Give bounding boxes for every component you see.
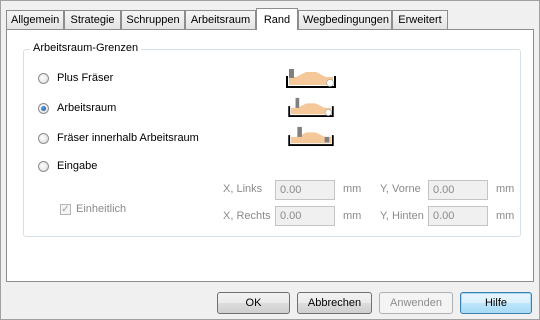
uniform-checkbox-row[interactable]: ✓ Einheitlich bbox=[60, 203, 126, 215]
boundary-cutter-inside-icon bbox=[288, 126, 334, 146]
y-back-field[interactable]: 0.00 bbox=[428, 206, 488, 226]
x-left-label: X, Links bbox=[223, 183, 263, 195]
y-back-label: Y, Hinten bbox=[380, 210, 424, 222]
tab-strategie[interactable]: Strategie bbox=[64, 10, 121, 29]
x-left-unit: mm bbox=[343, 183, 362, 195]
tab-erweitert[interactable]: Erweitert bbox=[392, 10, 448, 29]
y-front-unit: mm bbox=[496, 183, 515, 195]
y-back-unit: mm bbox=[496, 210, 515, 222]
tab-strip: Allgemein Strategie Schruppen Arbeitsrau… bbox=[6, 8, 536, 30]
tab-wegbedingungen[interactable]: Wegbedingungen bbox=[298, 10, 392, 29]
tab-arbeitsraum[interactable]: Arbeitsraum bbox=[185, 10, 256, 29]
tab-allgemein[interactable]: Allgemein bbox=[6, 10, 64, 29]
tab-schruppen[interactable]: Schruppen bbox=[121, 10, 185, 29]
x-right-field[interactable]: 0.00 bbox=[275, 206, 335, 226]
ok-button[interactable]: OK bbox=[217, 292, 290, 314]
y-front-label: Y, Vorne bbox=[380, 183, 421, 195]
tab-rand[interactable]: Rand bbox=[256, 8, 298, 30]
uniform-label: Einheitlich bbox=[76, 203, 127, 215]
radio-button[interactable] bbox=[38, 132, 49, 144]
radio-label: Eingabe bbox=[57, 160, 98, 172]
uniform-checkbox[interactable]: ✓ bbox=[60, 203, 71, 215]
radio-cutter-inside[interactable]: Fräser innerhalb Arbeitsraum bbox=[38, 130, 199, 146]
radio-label: Fräser innerhalb Arbeitsraum bbox=[57, 132, 199, 144]
boundary-workspace-icon bbox=[288, 97, 334, 117]
radio-custom-input[interactable]: Eingabe bbox=[38, 158, 97, 174]
radio-button-selected[interactable] bbox=[38, 102, 49, 114]
radio-label: Plus Fräser bbox=[57, 72, 114, 84]
x-right-label: X, Rechts bbox=[223, 210, 271, 222]
y-front-field[interactable]: 0.00 bbox=[428, 180, 488, 200]
help-button[interactable]: Hilfe bbox=[460, 292, 532, 314]
radio-workspace[interactable]: Arbeitsraum bbox=[38, 100, 116, 116]
radio-plus-cutter[interactable]: Plus Fräser bbox=[38, 70, 113, 86]
x-right-unit: mm bbox=[343, 210, 362, 222]
x-left-field[interactable]: 0.00 bbox=[275, 180, 335, 200]
apply-button[interactable]: Anwenden bbox=[379, 292, 453, 314]
cancel-button[interactable]: Abbrechen bbox=[297, 292, 372, 314]
radio-button[interactable] bbox=[38, 160, 49, 172]
boundary-group: Arbeitsraum-Grenzen Plus Fräser Arbeitsr… bbox=[23, 42, 521, 237]
boundary-plus-cutter-icon bbox=[286, 69, 336, 88]
radio-button[interactable] bbox=[38, 72, 49, 84]
radio-label: Arbeitsraum bbox=[57, 102, 117, 114]
dialog-window: Allgemein Strategie Schruppen Arbeitsrau… bbox=[0, 0, 540, 320]
group-title: Arbeitsraum-Grenzen bbox=[30, 42, 142, 54]
tab-page-rand: Arbeitsraum-Grenzen Plus Fräser Arbeitsr… bbox=[6, 29, 534, 282]
